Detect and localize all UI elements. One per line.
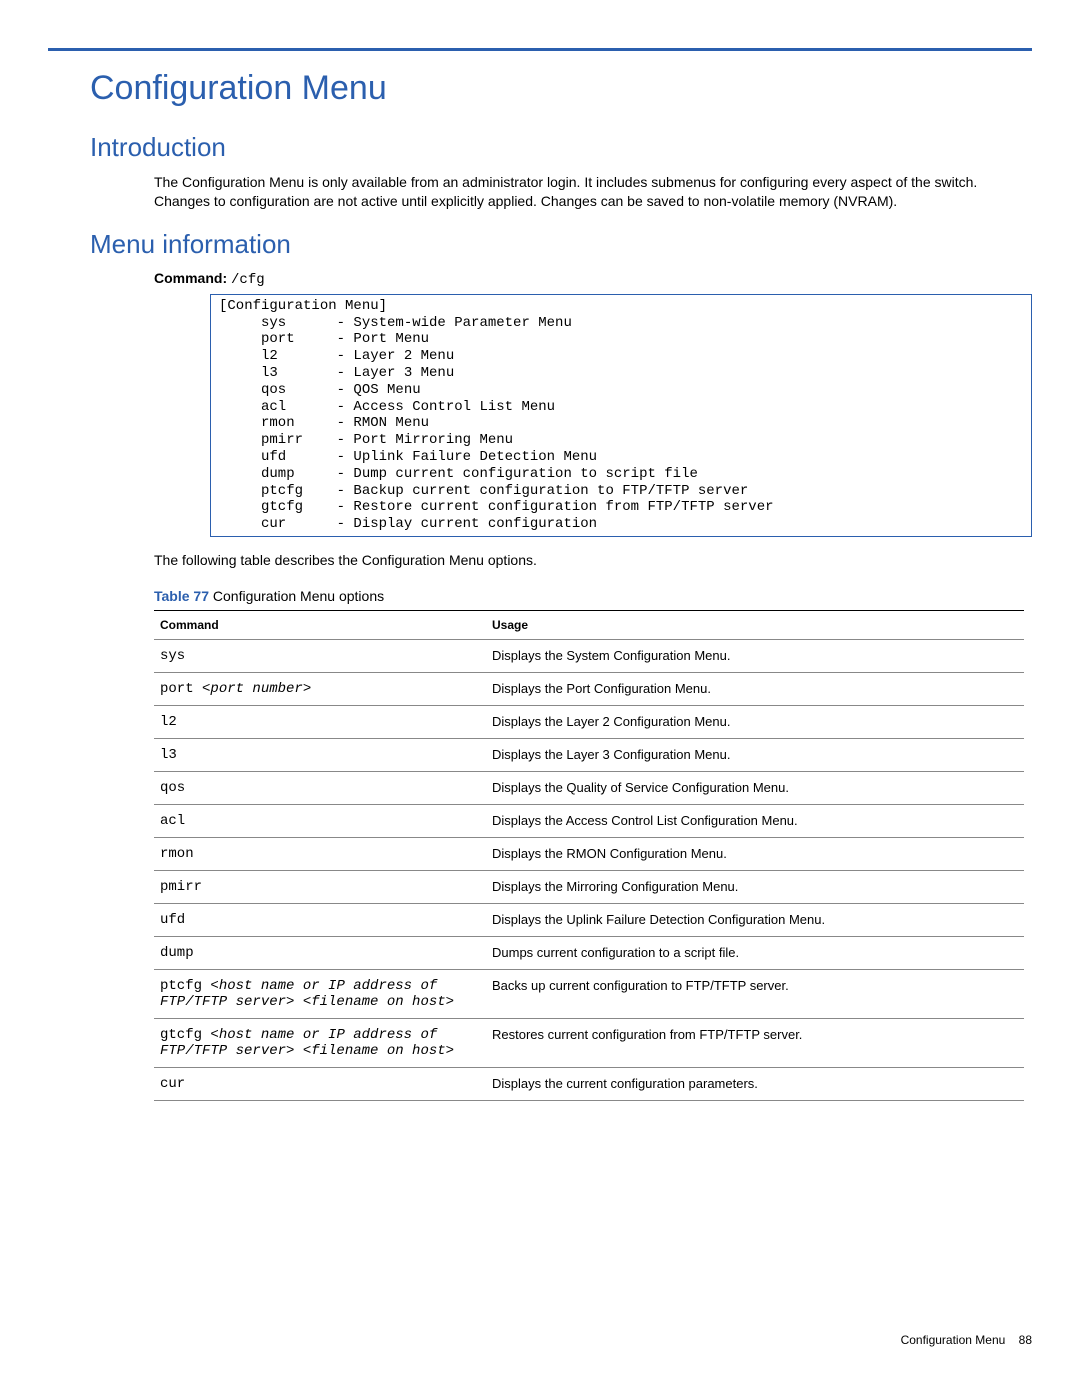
table-caption-text: Configuration Menu options (209, 588, 384, 604)
cmd-text: pmirr (160, 879, 202, 895)
table-row: gtcfg <host name or IP address of FTP/TF… (154, 1018, 1024, 1067)
intro-body: The Configuration Menu is only available… (90, 173, 1032, 211)
cell-usage: Displays the Access Control List Configu… (486, 804, 1024, 837)
cmd-text: l2 (160, 714, 177, 730)
page-footer: Configuration Menu 88 (901, 1333, 1032, 1347)
cell-command: pmirr (154, 870, 486, 903)
footer-text: Configuration Menu (901, 1333, 1006, 1347)
cell-usage: Displays the Layer 3 Configuration Menu. (486, 738, 1024, 771)
table-row: ptcfg <host name or IP address of FTP/TF… (154, 969, 1024, 1018)
cmd-text: qos (160, 780, 185, 796)
cell-command: ptcfg <host name or IP address of FTP/TF… (154, 969, 486, 1018)
cell-usage: Displays the System Configuration Menu. (486, 639, 1024, 672)
cell-command: gtcfg <host name or IP address of FTP/TF… (154, 1018, 486, 1067)
table-header-row: Command Usage (154, 610, 1024, 639)
config-menu-codebox: [Configuration Menu] sys - System-wide P… (210, 294, 1032, 537)
th-command: Command (154, 610, 486, 639)
table-row: l2 Displays the Layer 2 Configuration Men… (154, 705, 1024, 738)
cell-usage: Displays the Uplink Failure Detection Co… (486, 903, 1024, 936)
table-row: sys Displays the System Configuration Men… (154, 639, 1024, 672)
cell-usage: Displays the Port Configuration Menu. (486, 672, 1024, 705)
config-options-table: Command Usage sys Displays the System Con… (154, 610, 1024, 1101)
table-row: l3 Displays the Layer 3 Configuration Men… (154, 738, 1024, 771)
cmd-text: ptcfg (160, 978, 210, 994)
cell-usage: Backs up current configuration to FTP/TF… (486, 969, 1024, 1018)
top-rule (48, 48, 1032, 51)
cell-command: acl (154, 804, 486, 837)
cmd-text: port (160, 681, 202, 697)
command-value: /cfg (231, 272, 265, 288)
command-label: Command: (154, 270, 227, 286)
footer-page-number: 88 (1019, 1333, 1032, 1347)
cell-command: sys (154, 639, 486, 672)
page-title: Configuration Menu (90, 69, 1032, 108)
cell-command: port <port number> (154, 672, 486, 705)
cell-command: l3 (154, 738, 486, 771)
cmd-text: ufd (160, 912, 185, 928)
cell-usage: Restores current configuration from FTP/… (486, 1018, 1024, 1067)
cell-usage: Dumps current configuration to a script … (486, 936, 1024, 969)
table-row: pmirr Displays the Mirroring Configuratio… (154, 870, 1024, 903)
table-row: ufd Displays the Uplink Failure Detection… (154, 903, 1024, 936)
table-row: port <port number>Displays the Port Conf… (154, 672, 1024, 705)
cmd-text: cur (160, 1076, 185, 1092)
section-menuinfo-heading: Menu information (90, 229, 1032, 260)
table-row: acl Displays the Access Control List Conf… (154, 804, 1024, 837)
cell-command: cur (154, 1067, 486, 1100)
table-row: cur Displays the current configuration pa… (154, 1067, 1024, 1100)
th-usage: Usage (486, 610, 1024, 639)
command-line: Command: /cfg (90, 270, 1032, 288)
cmd-text: l3 (160, 747, 177, 763)
cmd-text: rmon (160, 846, 194, 862)
cell-usage: Displays the Mirroring Configuration Men… (486, 870, 1024, 903)
cell-usage: Displays the RMON Configuration Menu. (486, 837, 1024, 870)
followup-text: The following table describes the Config… (90, 551, 1032, 570)
section-intro-heading: Introduction (90, 132, 1032, 163)
cmd-arg: <port number> (202, 681, 311, 697)
cell-command: dump (154, 936, 486, 969)
table-number: Table 77 (154, 588, 209, 604)
table-row: qos Displays the Quality of Service Confi… (154, 771, 1024, 804)
table-row: rmon Displays the RMON Configuration Menu… (154, 837, 1024, 870)
cmd-text: sys (160, 648, 185, 664)
table-caption: Table 77 Configuration Menu options (90, 588, 1032, 604)
cell-command: l2 (154, 705, 486, 738)
page-container: Configuration Menu Introduction The Conf… (0, 0, 1080, 1397)
cell-command: ufd (154, 903, 486, 936)
cell-usage: Displays the Quality of Service Configur… (486, 771, 1024, 804)
cell-command: qos (154, 771, 486, 804)
cell-usage: Displays the current configuration param… (486, 1067, 1024, 1100)
content: Configuration Menu Introduction The Conf… (48, 69, 1032, 1101)
table-row: dump Dumps current configuration to a scr… (154, 936, 1024, 969)
cmd-text: dump (160, 945, 194, 961)
cmd-text: acl (160, 813, 185, 829)
cell-usage: Displays the Layer 2 Configuration Menu. (486, 705, 1024, 738)
cmd-text: gtcfg (160, 1027, 210, 1043)
cell-command: rmon (154, 837, 486, 870)
